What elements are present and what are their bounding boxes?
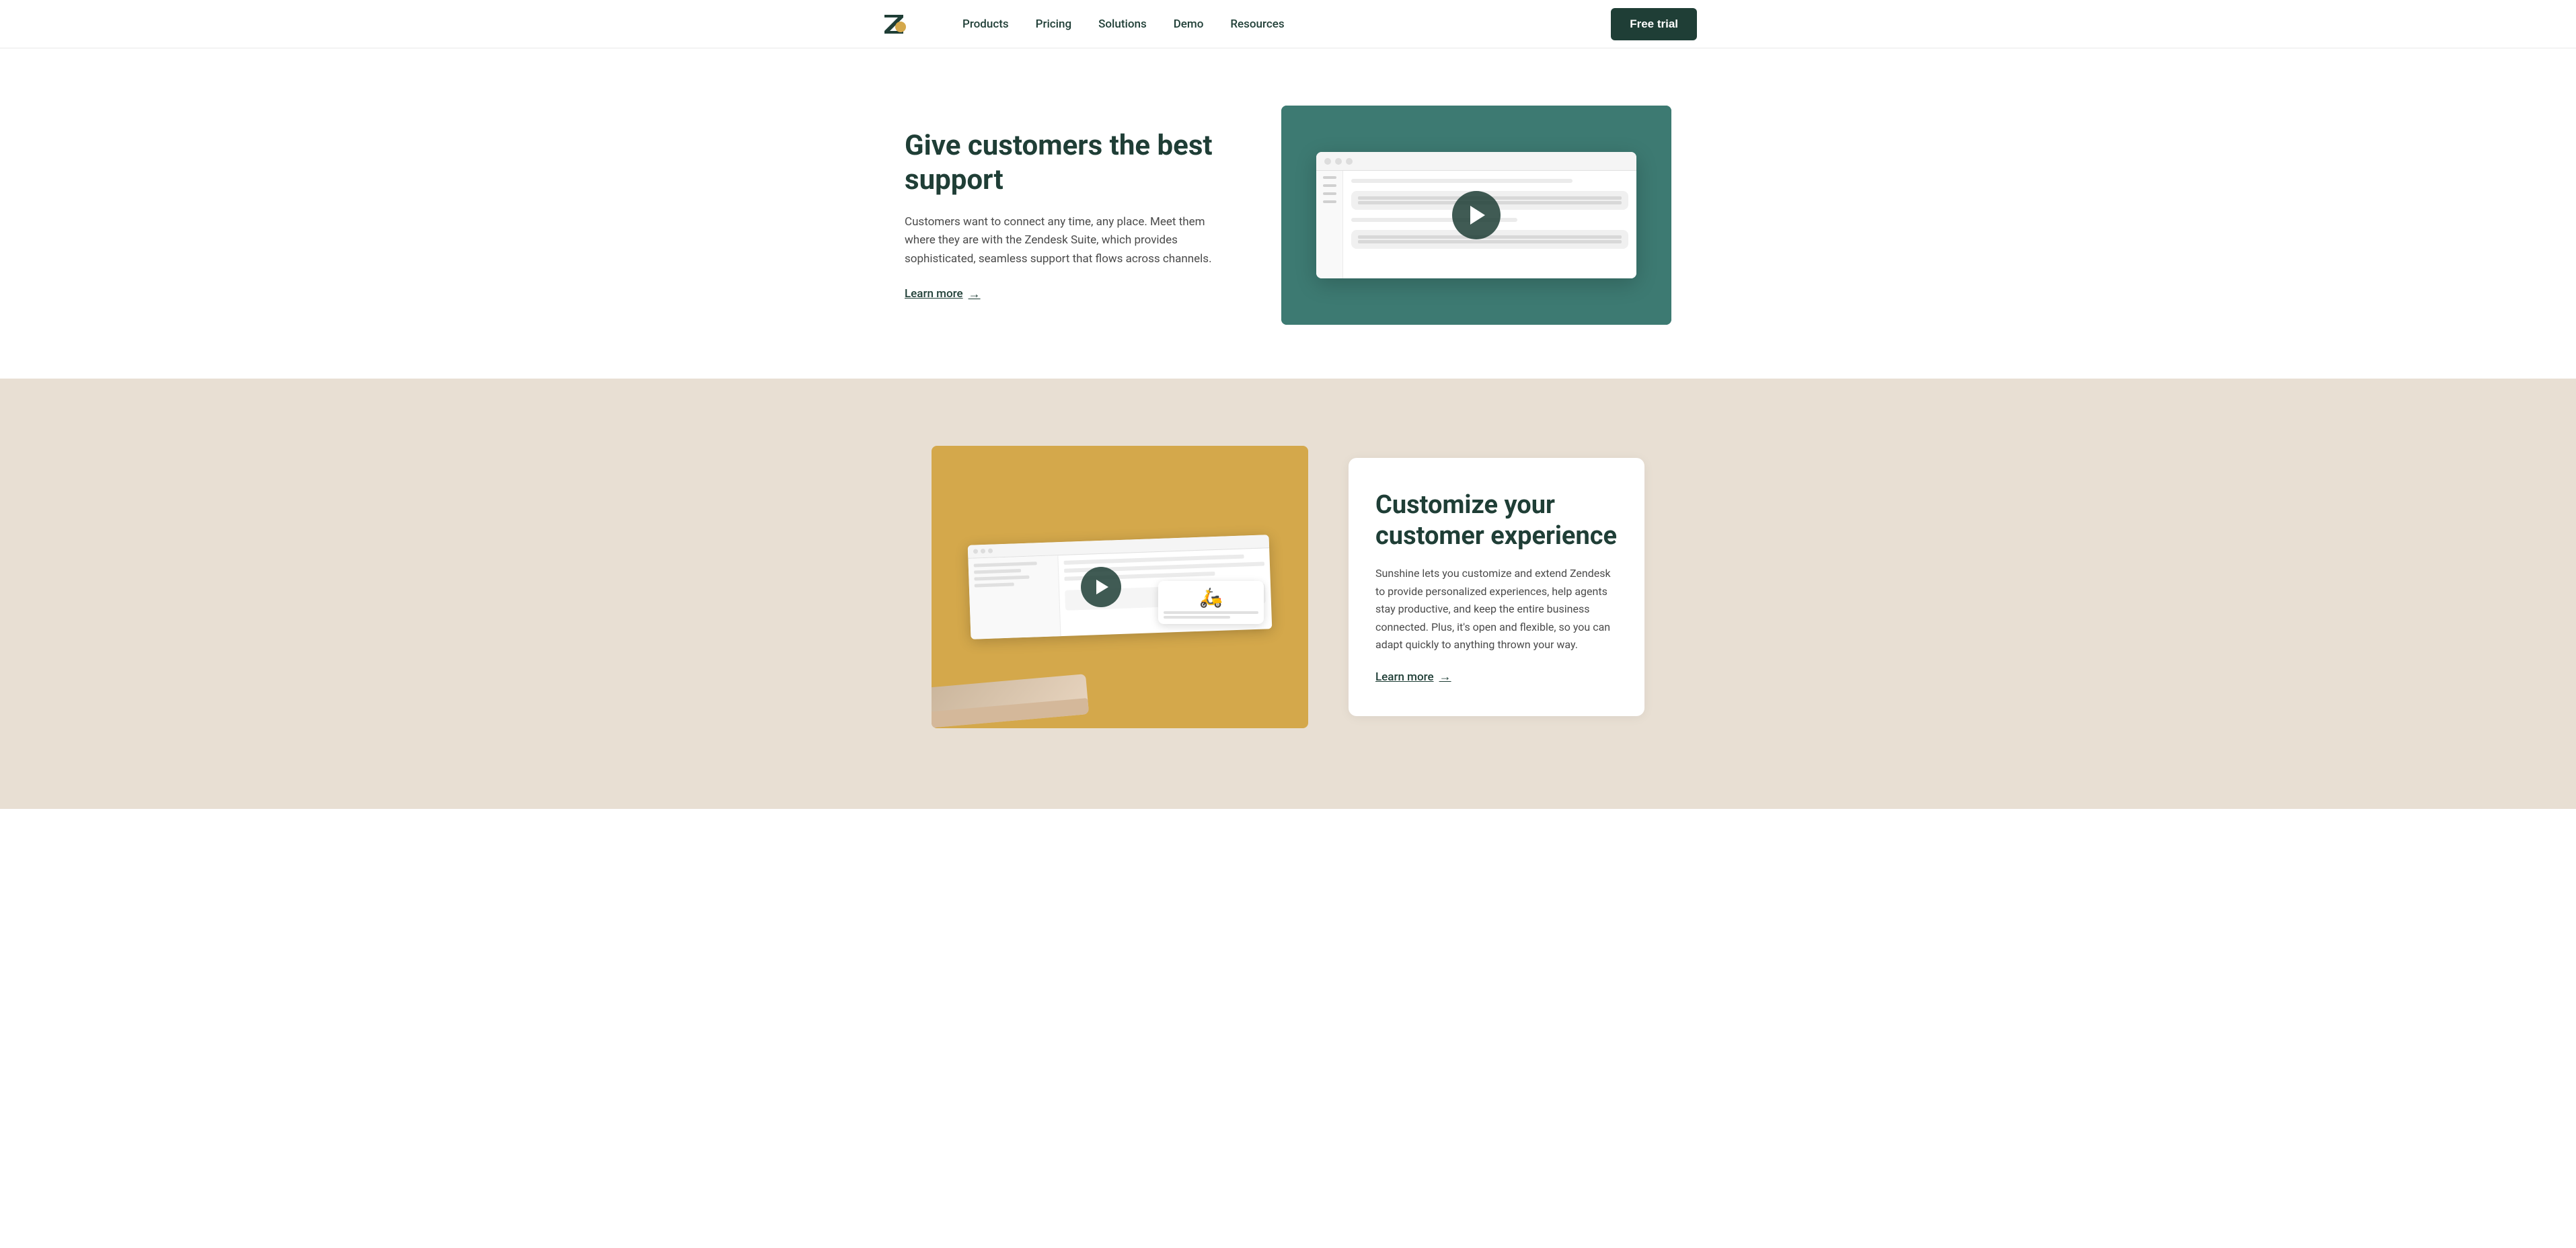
mock-chat-line-3 xyxy=(1358,235,1622,239)
customize-visual: 🛵 xyxy=(932,446,1308,728)
hand-fingers xyxy=(932,698,1089,728)
customize-heading: Customize your customer experience xyxy=(1375,490,1618,551)
nav-links: Products Pricing Solutions Demo Resource… xyxy=(962,17,1579,31)
support-visual xyxy=(1281,106,1671,325)
section-customize-wrapper: 🛵 xyxy=(0,379,2576,809)
customize-body: Sunshine lets you customize and extend Z… xyxy=(1375,565,1618,654)
mock-dot-3 xyxy=(1346,158,1353,165)
mock-sidebar xyxy=(1316,171,1343,278)
mock-sidebar-icon-3 xyxy=(1323,192,1336,195)
mock-dot-1 xyxy=(1324,158,1331,165)
play-triangle-icon xyxy=(1470,206,1485,225)
support-heading: Give customers the best support xyxy=(905,129,1227,197)
customize-mockup-sidebar xyxy=(968,555,1061,639)
navbar: Products Pricing Solutions Demo Resource… xyxy=(0,0,2576,48)
page-content: Give customers the best support Customer… xyxy=(0,52,2576,809)
scooter-lines xyxy=(1164,611,1258,619)
mock-sidebar-icon-2 xyxy=(1323,184,1336,187)
scooter-icon: 🛵 xyxy=(1164,586,1258,609)
support-learn-more-label: Learn more xyxy=(905,287,963,301)
customize-text-block: Customize your customer experience Sunsh… xyxy=(1349,458,1644,716)
mock-dot-2 xyxy=(1335,158,1342,165)
customize-learn-more-arrow-icon: → xyxy=(1439,670,1451,684)
scooter-line-1 xyxy=(1164,611,1258,614)
support-play-button[interactable] xyxy=(1452,191,1501,239)
customize-side-line-3 xyxy=(974,576,1029,581)
nav-link-demo[interactable]: Demo xyxy=(1174,17,1204,31)
mock-sidebar-icon-1 xyxy=(1323,176,1336,179)
section-customize: 🛵 xyxy=(0,419,2576,755)
customize-side-line-1 xyxy=(974,562,1037,568)
nav-link-resources[interactable]: Resources xyxy=(1230,17,1284,31)
nav-link-solutions[interactable]: Solutions xyxy=(1098,17,1147,31)
support-learn-more-link[interactable]: Learn more → xyxy=(905,287,981,301)
support-body: Customers want to connect any time, any … xyxy=(905,213,1227,268)
support-video-thumbnail[interactable] xyxy=(1281,106,1671,325)
mock-sidebar-icon-4 xyxy=(1323,200,1336,203)
customize-dot-2 xyxy=(981,549,985,553)
nav-link-products[interactable]: Products xyxy=(962,17,1009,31)
free-trial-button[interactable]: Free trial xyxy=(1611,8,1697,40)
scooter-card: 🛵 xyxy=(1158,581,1264,624)
customize-side-line-2 xyxy=(974,569,1022,574)
hand-image xyxy=(932,674,1089,728)
support-learn-more-arrow-icon: → xyxy=(969,287,981,301)
customize-learn-more-label: Learn more xyxy=(1375,670,1434,684)
scooter-line-2 xyxy=(1164,616,1230,619)
customize-image-container[interactable]: 🛵 xyxy=(932,446,1308,728)
customize-play-button[interactable] xyxy=(1081,567,1121,607)
mock-chat-line-4 xyxy=(1358,240,1622,243)
customize-play-triangle-icon xyxy=(1096,580,1108,594)
mock-topbar xyxy=(1316,152,1636,171)
customize-dot-3 xyxy=(988,549,993,553)
logo[interactable] xyxy=(879,12,909,36)
mock-line-1 xyxy=(1351,179,1573,183)
support-text-block: Give customers the best support Customer… xyxy=(905,129,1227,301)
customize-card: Customize your customer experience Sunsh… xyxy=(1349,458,1644,716)
customize-dot-1 xyxy=(973,549,978,554)
nav-link-pricing[interactable]: Pricing xyxy=(1036,17,1072,31)
customize-side-line-4 xyxy=(975,583,1014,588)
section-support: Give customers the best support Customer… xyxy=(0,52,2576,379)
customize-learn-more-link[interactable]: Learn more → xyxy=(1375,670,1451,684)
